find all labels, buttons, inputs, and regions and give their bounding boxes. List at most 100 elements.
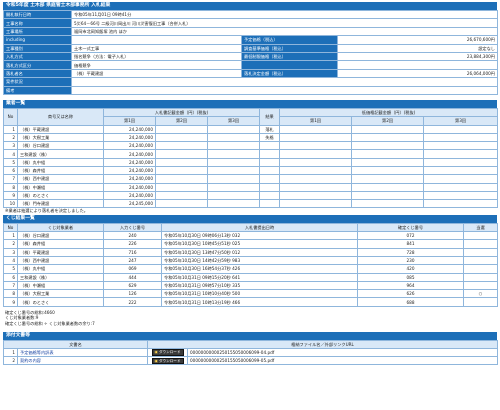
lottery-confirmed-number: 841 — [357, 239, 464, 249]
lottery-submit-date: 令和05年10月30日 10時45分51秒 025 — [161, 239, 358, 249]
table-row: 1 予定価格等内訳表 ▣ダウンロード 000000000002501550500060… — [3, 347, 499, 358]
attach-file-link[interactable]: 00000000000250155050006099-05.pdf — [187, 356, 499, 366]
bid-round-1: 24,240,000 — [103, 149, 156, 159]
low-round-1: 第1回 — [279, 116, 353, 126]
lottery-name: （株）のとさく — [17, 297, 104, 307]
bid-round-2 — [155, 157, 208, 168]
table-row: 2 契約の内容 ▣ダウンロード 00000000000250155050006099-… — [3, 356, 499, 366]
lot-col-no: No — [3, 222, 18, 233]
lottery-submit-date: 令和05年10月31日 10時10分40秒 500 — [161, 289, 358, 299]
info-label: 最低制限価格（税込） — [241, 51, 338, 62]
bid-round-1: 24,240,000 — [103, 182, 156, 192]
lottery-no: 5 — [3, 264, 18, 274]
lottery-winner-mark — [463, 255, 498, 266]
lot-col-name: くじ対象業者 — [17, 222, 104, 233]
info-value: 福岡市北岡知飯塚 池内 ほか — [71, 26, 498, 37]
lottery-table: No くじ対象業者 入力くじ番号 入札書提出日時 確定くじ番号 当選 1 （株）谷… — [3, 222, 498, 307]
info-label: 案件状況 — [3, 77, 72, 87]
col-result: 結果 — [259, 107, 281, 126]
low-round-2 — [351, 182, 425, 192]
table-row: 3 （株）平蔵建設 716 令和05年10月30日 13時47分50秒 012 728 — [3, 247, 498, 257]
attach-no: 2 — [3, 356, 18, 366]
lottery-winner-mark — [463, 239, 498, 249]
round-2: 第2回 — [155, 116, 208, 126]
table-row: 4 （株）西中建設 247 令和05年10月30日 14時42分59秒 983 230 — [3, 255, 498, 266]
low-round-2 — [351, 149, 425, 159]
lottery-name: （株）谷口建設 — [17, 231, 104, 241]
table-row: 9 （株）のとさく 222 令和05年10月31日 10時13分19秒 466 688 — [3, 297, 498, 307]
bid-result: 失格 — [259, 132, 281, 143]
low-round-3 — [423, 165, 499, 176]
bidder-no: 4 — [3, 149, 18, 159]
info-value: （株）平蔵建設 — [71, 68, 242, 79]
low-round-1 — [279, 182, 353, 192]
bidder-no: 10 — [3, 199, 18, 209]
download-button[interactable]: ▣ダウンロード — [151, 357, 184, 364]
lottery-submit-date: 令和05年10月31日 09時15分20秒 641 — [161, 272, 358, 282]
low-round-1 — [279, 149, 353, 159]
round-1: 第1回 — [103, 116, 156, 126]
info-label: 調査基準価格（税込） — [241, 43, 338, 53]
low-round-3 — [423, 132, 499, 143]
info-label: 備考 — [3, 85, 72, 95]
attach-col-file: 格納ファイル名／外部リンクURL — [147, 339, 499, 349]
info-label: including — [3, 35, 72, 45]
info-value — [71, 85, 498, 95]
low-round-1 — [279, 157, 353, 168]
lottery-no: 8 — [3, 289, 18, 299]
bid-round-3 — [206, 132, 261, 143]
lottery-submit-date: 令和05年10月31日 10時13分19秒 466 — [161, 297, 358, 307]
bidder-no: 8 — [3, 182, 18, 192]
table-row: 9 （株）のとさく 24,240,000 — [3, 190, 499, 201]
lottery-header: くじ結果一覧 — [3, 214, 497, 223]
low-round-2 — [351, 132, 425, 143]
bid-round-1: 24,240,000 — [103, 157, 156, 168]
lottery-no: 6 — [3, 272, 18, 282]
low-round-1 — [279, 124, 353, 134]
bid-round-3 — [206, 141, 261, 151]
bid-round-2 — [155, 124, 208, 134]
download-button[interactable]: ▣ダウンロード — [151, 349, 184, 356]
table-row: 2 （株）大樹工業 24,240,000 失格 — [3, 132, 499, 143]
bid-result — [259, 165, 281, 176]
bid-round-2 — [155, 190, 208, 201]
info-value: 価格競争 — [71, 60, 242, 70]
attach-doc-name: 契約の内容 — [16, 356, 149, 366]
low-round-2 — [351, 165, 425, 176]
lottery-winner-mark — [463, 247, 498, 257]
bidder-name: （株）中瀬組 — [17, 182, 104, 192]
lot-col-conf: 確定くじ番号 — [357, 222, 464, 233]
table-row: 6 （株）森井組 24,240,000 — [3, 165, 499, 176]
download-cell: ▣ダウンロード — [147, 347, 189, 358]
bidder-name: （株）平蔵建設 — [17, 124, 104, 134]
bid-round-1: 24,240,000 — [103, 174, 156, 184]
lottery-submit-date: 令和05年10月30日 13時47分50秒 012 — [161, 247, 358, 257]
bidders-header: 業者一覧 — [3, 99, 497, 108]
lottery-submit-date: 令和05年10月30日 14時42分59秒 983 — [161, 255, 358, 266]
bid-round-2 — [155, 182, 208, 192]
low-round-3 — [423, 149, 499, 159]
bid-round-3 — [206, 199, 261, 209]
lottery-input-number: 126 — [103, 289, 162, 299]
bid-result — [259, 190, 281, 201]
info-value: 設定なし — [337, 43, 498, 53]
attach-doc-name: 予定価格等内訳表 — [16, 347, 149, 358]
lottery-input-number: 716 — [103, 247, 162, 257]
lot-col-num: 入力くじ番号 — [103, 222, 162, 233]
bid-round-3 — [206, 124, 261, 134]
round-3: 第3回 — [206, 116, 261, 126]
bidder-no: 5 — [3, 157, 18, 168]
low-round-2 — [351, 174, 425, 184]
info-table: 開札執行日時 令和05年11月01日 09時41分 工事名称 5災64－66号 二級河… — [3, 9, 498, 95]
table-row: 7 （株）中瀬組 629 令和05年10月31日 09時57分10秒 335 964 — [3, 280, 498, 291]
info-value: 指名競争（方法：電子入札） — [71, 51, 242, 62]
lottery-confirmed-number: 230 — [357, 255, 464, 266]
table-row: 7 （株）西中建設 24,240,000 — [3, 174, 499, 184]
lottery-name: （株）森井組 — [17, 239, 104, 249]
attach-file-link[interactable]: 00000000000250155050006099-04.pdf — [187, 347, 499, 358]
bidder-no: 1 — [3, 124, 18, 134]
bid-round-3 — [206, 165, 261, 176]
bid-result — [259, 199, 281, 209]
lottery-input-number: 226 — [103, 239, 162, 249]
bidder-no: 2 — [3, 132, 18, 143]
